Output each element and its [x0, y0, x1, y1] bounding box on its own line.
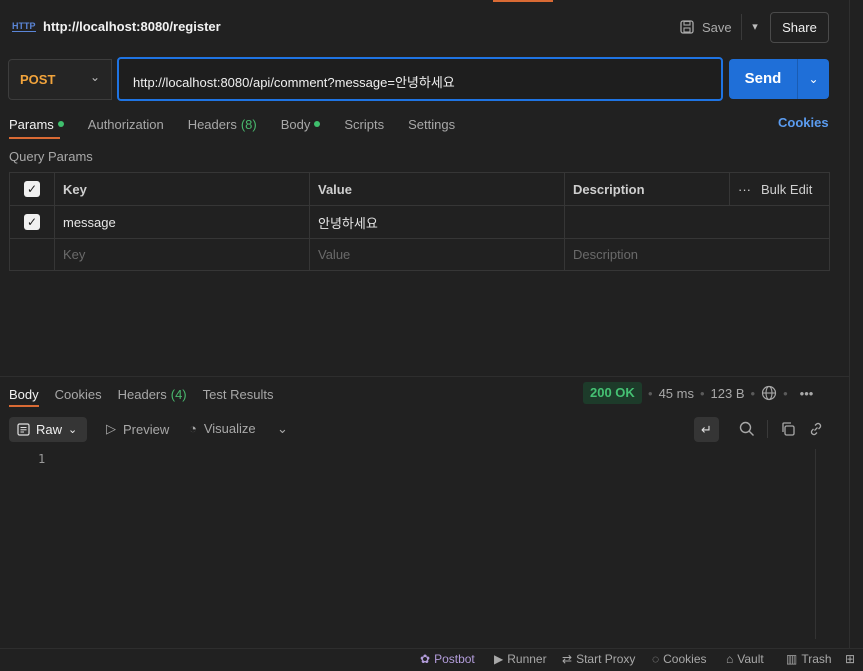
empty-check-cell [9, 238, 55, 271]
row-checkbox[interactable]: ✓ [24, 214, 40, 231]
tab-authorization[interactable]: Authorization [88, 115, 164, 133]
tab-test-results[interactable]: Test Results [203, 385, 274, 403]
response-tabs: Body Cookies Headers (4) Test Results [9, 385, 289, 403]
method-label: POST [20, 72, 56, 87]
more-options-icon[interactable]: ••• [800, 386, 814, 401]
visualize-chevron-icon[interactable]: ⌄ [277, 421, 288, 437]
save-button[interactable]: Save [680, 12, 732, 42]
tab-params[interactable]: Params [9, 115, 64, 133]
response-tab-underline [9, 405, 39, 407]
more-dots-icon: ··· [738, 181, 751, 197]
cookie-icon: ◌ [652, 652, 660, 666]
tab-response-cookies[interactable]: Cookies [55, 385, 102, 403]
column-value: Value [309, 172, 565, 206]
request-tab-underline [9, 137, 60, 139]
chevron-down-icon: ⌄ [68, 424, 78, 436]
key-placeholder[interactable]: Key [54, 238, 310, 271]
visualize-button[interactable]: ◔ Visualize [189, 421, 256, 436]
share-button[interactable]: Share [770, 12, 829, 43]
runner-icon: ▶ [494, 652, 504, 666]
tab-settings[interactable]: Settings [408, 115, 455, 133]
visualize-icon: ◔ [189, 421, 197, 436]
body-dot-icon [314, 121, 321, 127]
play-icon: ▷ [106, 421, 116, 436]
vault-icon: ⌂ [726, 652, 734, 666]
table-header-row: ✓ Key Value Description ··· Bulk Edit [9, 172, 830, 206]
bulk-edit-cell: ··· Bulk Edit [729, 172, 830, 206]
tab-scripts[interactable]: Scripts [344, 115, 384, 133]
select-all-cell: ✓ [9, 172, 55, 206]
raw-doc-icon [17, 423, 30, 436]
pane-divider[interactable] [0, 376, 849, 377]
editor-scrollbar[interactable] [815, 449, 829, 639]
request-tabs: Params Authorization Headers (8) Body Scr… [9, 115, 479, 139]
param-description[interactable] [564, 205, 830, 239]
trash-button[interactable]: ▥ Trash [786, 652, 832, 666]
toolbar-separator [767, 420, 768, 438]
tab-body[interactable]: Body [281, 115, 321, 133]
param-value[interactable]: 안녕하세요 [309, 205, 565, 239]
tab-headers[interactable]: Headers (8) [188, 115, 257, 133]
start-proxy-button[interactable]: ⇄ Start Proxy [562, 652, 635, 666]
url-text: http://localhost:8080/api/comment?messag… [133, 75, 455, 90]
trash-icon: ▥ [786, 652, 798, 666]
method-chevron-down-icon: ⌄ [90, 70, 101, 84]
postbot-icon: ✿ [420, 652, 431, 666]
response-size[interactable]: 123 B [711, 386, 745, 401]
save-divider [741, 14, 742, 40]
request-title: http://localhost:8080/register [43, 19, 221, 34]
column-description: Description [564, 172, 730, 206]
postbot-button[interactable]: ✿ Postbot [420, 652, 475, 666]
query-params-title: Query Params [9, 149, 93, 164]
query-params-table: ✓ Key Value Description ··· Bulk Edit ✓ m… [9, 172, 830, 271]
response-meta: • 45 ms • 123 B • • ••• [648, 385, 814, 401]
preview-button[interactable]: ▷ Preview [106, 421, 169, 437]
search-icon[interactable] [739, 421, 755, 440]
vault-button[interactable]: ⌂ Vault [726, 652, 764, 666]
save-options-chevron-icon[interactable]: ▾ [745, 14, 765, 40]
save-icon [680, 20, 694, 34]
table-row: ✓ message 안녕하세요 [9, 205, 830, 239]
active-tab-indicator [493, 0, 553, 2]
runner-button[interactable]: ▶ Runner [494, 652, 547, 666]
cookies-footer-button[interactable]: ◌ Cookies [652, 652, 707, 666]
tab-response-body[interactable]: Body [9, 385, 39, 403]
table-row-empty: Key Value Description [9, 238, 830, 271]
description-placeholder[interactable]: Description [564, 238, 830, 271]
column-key: Key [54, 172, 310, 206]
right-sidebar-edge [849, 0, 863, 671]
wrap-lines-icon[interactable]: ↵ [694, 417, 719, 442]
layout-grid-icon[interactable]: ⊞ [845, 652, 855, 666]
link-icon[interactable] [808, 421, 824, 440]
bulk-edit-button[interactable]: ··· Bulk Edit [738, 182, 821, 197]
send-options-chevron-icon[interactable]: ⌄ [797, 59, 829, 99]
save-label: Save [702, 19, 732, 35]
value-placeholder[interactable]: Value [309, 238, 565, 271]
raw-format-select[interactable]: Raw ⌄ [9, 417, 87, 442]
response-time[interactable]: 45 ms [659, 386, 694, 401]
select-all-checkbox[interactable]: ✓ [24, 181, 40, 198]
cookies-link[interactable]: Cookies [778, 115, 829, 130]
params-dot-icon [57, 121, 64, 127]
tab-response-headers[interactable]: Headers (4) [118, 385, 187, 403]
line-number: 1 [38, 452, 46, 466]
status-badge[interactable]: 200 OK [583, 382, 642, 404]
proxy-icon: ⇄ [562, 652, 573, 666]
http-icon: HTTP [12, 21, 36, 32]
globe-icon[interactable] [761, 385, 777, 401]
copy-icon[interactable] [780, 421, 796, 440]
row-check-cell: ✓ [9, 205, 55, 239]
send-button[interactable]: Send [729, 59, 797, 99]
param-key[interactable]: message [54, 205, 310, 239]
